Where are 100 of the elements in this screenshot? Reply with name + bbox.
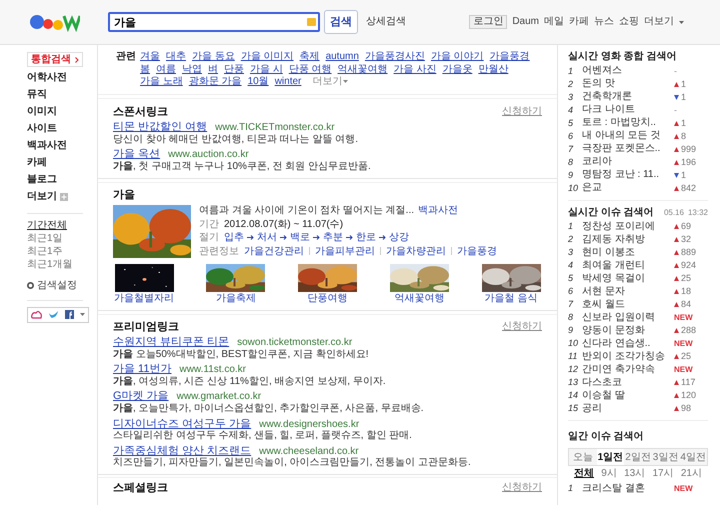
related-search-link[interactable]: 벼 (208, 64, 218, 75)
image-caption-link[interactable]: 가을축제 (216, 293, 256, 305)
ranking-link[interactable]: 크리스탈 결혼 (582, 482, 674, 494)
ad-title-link[interactable]: 가족중심체험 양산 치즈랜드 (113, 444, 252, 458)
facebook-icon[interactable] (65, 310, 74, 319)
related-search-link[interactable]: 광화문 가을 (188, 76, 242, 88)
header-link[interactable]: 뉴스 (594, 16, 614, 28)
more-link[interactable]: 더보기 (312, 76, 342, 88)
ad-title-link[interactable]: G마켓 가을 (113, 390, 169, 404)
bird-icon[interactable] (48, 310, 59, 319)
ranking-link[interactable]: 명탐정 코난 : 11.. (582, 169, 674, 181)
related-search-link[interactable]: 가을옷 (442, 64, 472, 75)
sidebar-item[interactable]: 백과사전 (27, 137, 83, 154)
related-info-link[interactable]: 가을풍경 (457, 246, 497, 258)
related-search-link[interactable]: 가을풍경사진 (364, 51, 425, 62)
cloud-icon[interactable] (31, 310, 42, 319)
related-search-link[interactable]: 가을 노래 (140, 76, 183, 88)
ranking-link[interactable]: 토르 : 마법망치.. (582, 117, 674, 129)
ranking-link[interactable]: 공리 (582, 402, 674, 414)
related-search-link[interactable]: 가을풍경 (490, 51, 530, 62)
sidebar-item[interactable]: 블로그 (27, 171, 83, 188)
related-search-link[interactable]: 낙엽 (182, 64, 202, 75)
ranking-link[interactable]: 정찬성 포이리에 (582, 220, 674, 232)
search-button[interactable]: 검색 (324, 10, 358, 34)
period-filter[interactable]: 최근1주 (27, 246, 83, 259)
search-field[interactable]: 가을 (108, 12, 320, 32)
hour-tab[interactable]: 전체 (574, 468, 594, 480)
ranking-link[interactable]: 이승철 딸 (582, 390, 674, 402)
related-search-link[interactable]: 축제 (300, 51, 320, 62)
header-link[interactable]: 메일 (544, 16, 564, 28)
related-search-link[interactable]: winter (274, 76, 302, 88)
ad-title-link[interactable]: 가을 옥션 (113, 148, 160, 161)
ranking-link[interactable]: 건축학개론 (582, 91, 674, 103)
ranking-link[interactable]: 반외이 조각가칭송 (582, 350, 674, 362)
hour-tab[interactable]: 21시 (680, 468, 702, 480)
sidebar-item[interactable]: 사이트 (27, 120, 83, 137)
image-caption-link[interactable]: 억새꽃여행 (394, 293, 444, 305)
solar-term-link[interactable]: 한로 (356, 232, 376, 244)
hour-tab[interactable]: 17시 (652, 468, 674, 480)
ranking-link[interactable]: 서현 문자 (582, 286, 674, 298)
period-filter[interactable]: 최근1개월 (27, 259, 83, 272)
ranking-link[interactable]: 간미연 축가약속 (582, 364, 674, 376)
ranking-link[interactable]: 호씨 월드 (582, 298, 674, 310)
related-search-link[interactable]: 봄 (140, 64, 150, 75)
advanced-search-link[interactable]: 상세검색 (366, 16, 406, 28)
related-search-link[interactable]: 가을 이미지 (240, 51, 294, 62)
apply-link[interactable]: 신청하기 (502, 106, 542, 118)
login-button[interactable]: 로그인 (469, 15, 508, 29)
solar-term-link[interactable]: 처서 (257, 232, 277, 244)
ranking-link[interactable]: 최여울 개런티 (582, 260, 674, 272)
ranking-link[interactable]: 양동이 문정화 (582, 324, 674, 336)
day-tab[interactable]: 1일전 (596, 449, 624, 466)
related-search-link[interactable]: 대추 (166, 51, 186, 62)
sidebar-item[interactable]: 통합검색 (27, 52, 83, 67)
sidebar-item[interactable]: 어학사전 (27, 69, 83, 86)
related-search-link[interactable]: 가을 이야기 (430, 51, 484, 62)
ad-title-link[interactable]: 가을 11번가 (113, 363, 172, 376)
period-filter[interactable]: 최근1일 (27, 233, 83, 246)
ranking-link[interactable]: 신보라 입원이력 (582, 312, 674, 324)
ranking-link[interactable]: 신다라 연습생.. (582, 338, 674, 350)
related-info-link[interactable]: 가을건강관리 (244, 246, 304, 258)
apply-link[interactable]: 신청하기 (502, 482, 542, 494)
dropdown-icon[interactable] (80, 313, 85, 316)
ranking-link[interactable]: 다크 나이트 (582, 104, 674, 116)
day-tab[interactable]: 4일전 (679, 449, 707, 466)
ranking-link[interactable]: 현미 이봉조 (582, 246, 674, 258)
hour-tab[interactable]: 9시 (601, 468, 617, 480)
header-link[interactable]: Daum (512, 16, 539, 28)
day-tab[interactable]: 오늘 (569, 449, 597, 466)
related-search-link[interactable]: 10월 (248, 76, 269, 88)
header-link[interactable]: 카페 (569, 16, 589, 28)
related-search-link[interactable]: 가을 동요 (192, 51, 235, 62)
image-caption-link[interactable]: 단풍여행 (308, 293, 348, 305)
related-search-link[interactable]: 단풍 (224, 64, 244, 75)
sidebar-item[interactable]: 더보기 (27, 190, 57, 202)
hour-tab[interactable]: 13시 (624, 468, 646, 480)
apply-link[interactable]: 신청하기 (502, 321, 542, 333)
image-caption-link[interactable]: 가을철 음식 (484, 293, 538, 305)
ranking-link[interactable]: 다스초코 (582, 376, 674, 388)
related-search-link[interactable]: 만월산 (478, 64, 508, 75)
header-link[interactable]: 쇼핑 (619, 16, 639, 28)
image-caption-link[interactable]: 가을철별자리 (114, 293, 174, 305)
day-tab[interactable]: 2일전 (624, 449, 652, 466)
ranking-link[interactable]: 돈의 맛 (582, 78, 674, 90)
related-search-link[interactable]: 여름 (156, 64, 176, 75)
ranking-link[interactable]: 어벤져스 (582, 65, 674, 77)
sidebar-item[interactable]: 이미지 (27, 103, 83, 120)
period-filter[interactable]: 기간전체 (27, 220, 83, 233)
ranking-link[interactable]: 박세영 목걸이 (582, 272, 674, 284)
related-info-link[interactable]: 가을피부관리 (315, 246, 375, 258)
solar-term-link[interactable]: 입추 (224, 232, 244, 244)
ranking-link[interactable]: 은교 (582, 182, 674, 194)
source-link[interactable]: 백과사전 (418, 205, 458, 217)
sidebar-item[interactable]: 뮤직 (27, 86, 83, 103)
related-search-link[interactable]: 겨울 (140, 51, 160, 62)
related-search-link[interactable]: 가을 시 (250, 64, 283, 75)
related-search-link[interactable]: autumn (326, 51, 359, 62)
related-info-link[interactable]: 가을차량관리 (386, 246, 446, 258)
ad-title-link[interactable]: 수원지역 뷰티쿠폰 티몬 (113, 336, 230, 349)
solar-term-link[interactable]: 백로 (290, 232, 310, 244)
